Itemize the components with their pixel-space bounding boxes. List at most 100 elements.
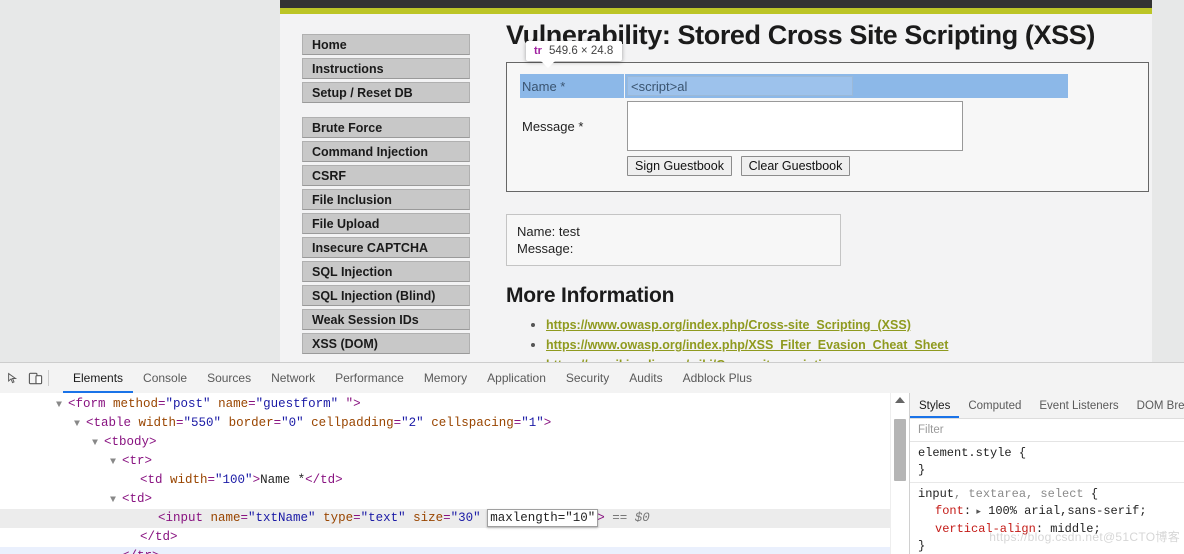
dom-tree-line[interactable]: <input name="txtName" type="text" size="…	[0, 509, 890, 528]
dom-tree-pane[interactable]: ▼ <form method="post" name="guestform" ">…	[0, 393, 890, 554]
scrollbar-thumb[interactable]	[894, 419, 906, 481]
buttons-cell: Sign Guestbook Clear Guestbook	[625, 154, 1068, 178]
styles-tab-computed[interactable]: Computed	[959, 394, 1030, 418]
css-selector[interactable]: input, textarea, select {	[918, 486, 1184, 503]
tab-security[interactable]: Security	[556, 364, 619, 393]
css-selector[interactable]: element.style {	[918, 445, 1184, 462]
dom-token-tag: =	[207, 473, 216, 487]
css-selector-main: element.style	[918, 446, 1012, 460]
sign-guestbook-button[interactable]: Sign Guestbook	[627, 156, 732, 176]
dom-tree-line[interactable]: </tr>	[0, 547, 890, 554]
dom-tree-line[interactable]: ▼ <td>	[0, 490, 890, 509]
guestform: Name * Message *	[519, 73, 1136, 179]
css-value[interactable]: 100% arial,sans-serif;	[981, 504, 1146, 518]
shorthand-expander-icon[interactable]: ▸	[971, 507, 981, 517]
dom-tree-line[interactable]: ▼ <tbody>	[0, 433, 890, 452]
sidebar-item-file-inclusion[interactable]: File Inclusion	[302, 189, 470, 210]
css-property[interactable]: vertical-align	[935, 522, 1036, 536]
sidebar-item-csrf[interactable]: CSRF	[302, 165, 470, 186]
dom-tree-line[interactable]: <td width="100">Name *</td>	[0, 471, 890, 490]
css-property[interactable]: font	[935, 504, 964, 518]
tab-network[interactable]: Network	[261, 364, 325, 393]
dom-tree-line[interactable]: ▼ <table width="550" border="0" cellpaddi…	[0, 414, 890, 433]
message-textarea[interactable]	[627, 101, 963, 151]
tab-adblock-plus[interactable]: Adblock Plus	[673, 364, 762, 393]
dom-token-tag: <td>	[122, 492, 153, 506]
dom-tree-scrollbar[interactable]	[890, 393, 909, 554]
tooltip-tag-name: tr	[534, 45, 542, 57]
css-declaration[interactable]: font: ▸ 100% arial,sans-serif;	[918, 503, 1184, 521]
devtools-panel: Elements Console Sources Network Perform…	[0, 362, 1184, 554]
owasp-xss-link[interactable]: https://www.owasp.org/index.php/Cross-si…	[546, 318, 911, 332]
device-toolbar-icon[interactable]	[24, 367, 46, 389]
sidebar-item-sql-injection-blind[interactable]: SQL Injection (Blind)	[302, 285, 470, 306]
dom-tree-line[interactable]: </td>	[0, 528, 890, 547]
dom-token-val: "1"	[521, 416, 544, 430]
dom-token-attr: width	[138, 416, 177, 430]
expand-twisty-icon[interactable]: ▼	[74, 415, 86, 434]
sidebar-item-sql-injection[interactable]: SQL Injection	[302, 261, 470, 282]
dom-token-tag: </td>	[305, 473, 343, 487]
sidebar-item-setup-reset-db[interactable]: Setup / Reset DB	[302, 82, 470, 103]
sidebar-item-home[interactable]: Home	[302, 34, 470, 55]
tab-sources[interactable]: Sources	[197, 364, 261, 393]
expand-twisty-icon[interactable]: ▼	[110, 491, 122, 510]
css-rule-block[interactable]: input, textarea, select {font: ▸ 100% ar…	[910, 483, 1184, 554]
list-item: https://www.owasp.org/index.php/Cross-si…	[546, 316, 1146, 334]
dom-token-val: "2"	[401, 416, 424, 430]
css-value[interactable]: middle;	[1043, 522, 1100, 536]
tab-performance[interactable]: Performance	[325, 364, 414, 393]
tab-console[interactable]: Console	[133, 364, 197, 393]
dom-token-attr: cellspacing	[431, 416, 514, 430]
dom-token-val: "txtName"	[248, 511, 316, 525]
sidebar-item-xss-dom[interactable]: XSS (DOM)	[302, 333, 470, 354]
clear-guestbook-button[interactable]: Clear Guestbook	[740, 156, 851, 176]
dom-token-val: "0"	[281, 416, 304, 430]
tab-audits[interactable]: Audits	[619, 364, 672, 393]
devtools-tab-bar: Elements Console Sources Network Perform…	[0, 363, 1184, 394]
styles-rules-list: element.style {} input, textarea, select …	[910, 442, 1184, 554]
css-rule-block[interactable]: element.style {}	[910, 442, 1184, 483]
styles-tab-event-listeners[interactable]: Event Listeners	[1030, 394, 1127, 418]
sidebar-item-brute-force[interactable]: Brute Force	[302, 117, 470, 138]
sidebar-item-instructions[interactable]: Instructions	[302, 58, 470, 79]
sidebar-item-insecure-captcha[interactable]: Insecure CAPTCHA	[302, 237, 470, 258]
dom-token-tag: >	[597, 511, 605, 525]
dom-token-val: "post"	[165, 397, 211, 411]
owasp-cheatsheet-link[interactable]: https://www.owasp.org/index.php/XSS_Filt…	[546, 338, 948, 352]
tab-elements[interactable]: Elements	[63, 364, 133, 393]
dom-tree-line[interactable]: ▼ <form method="post" name="guestform" ">	[0, 395, 890, 414]
sidebar-item-weak-session-ids[interactable]: Weak Session IDs	[302, 309, 470, 330]
dom-token-attr: name	[210, 511, 241, 525]
message-input-cell	[625, 99, 1068, 153]
styles-tab-bar: Styles Computed Event Listeners DOM Brea…	[910, 393, 1184, 419]
dom-tree-line[interactable]: ▼ <tr>	[0, 452, 890, 471]
more-information-links: https://www.owasp.org/index.php/Cross-si…	[506, 316, 1146, 362]
dom-token-tag: <table	[86, 416, 139, 430]
expand-twisty-icon[interactable]: ▼	[56, 396, 68, 415]
inspect-element-icon[interactable]	[2, 367, 24, 389]
tab-application[interactable]: Application	[477, 364, 556, 393]
dom-token-attr: type	[323, 511, 354, 525]
dom-token-attr: border	[228, 416, 274, 430]
name-input[interactable]	[627, 76, 853, 96]
styles-tab-dom-breakpoints[interactable]: DOM Breakpoints	[1128, 394, 1184, 418]
expand-twisty-icon[interactable]: ▼	[92, 434, 104, 453]
styles-filter-input[interactable]: Filter	[910, 419, 1184, 442]
dom-token-tag	[221, 416, 229, 430]
sidebar-item-file-upload[interactable]: File Upload	[302, 213, 470, 234]
styles-tab-styles[interactable]: Styles	[910, 394, 959, 418]
element-highlight-tooltip: tr 549.6 × 24.8	[526, 41, 623, 68]
attribute-edit-box[interactable]: maxlength="10"	[487, 509, 599, 527]
tab-memory[interactable]: Memory	[414, 364, 477, 393]
sidebar-item-command-injection[interactable]: Command Injection	[302, 141, 470, 162]
css-declaration[interactable]: vertical-align: middle;	[918, 521, 1184, 538]
tooltip-dimensions: 549.6 × 24.8	[548, 45, 614, 57]
css-brace-close: }	[918, 463, 926, 477]
scroll-up-arrow-icon[interactable]	[895, 397, 905, 403]
dvwa-page: Home Instructions Setup / Reset DB Brute…	[280, 0, 1152, 362]
expand-twisty-icon[interactable]: ▼	[110, 453, 122, 472]
